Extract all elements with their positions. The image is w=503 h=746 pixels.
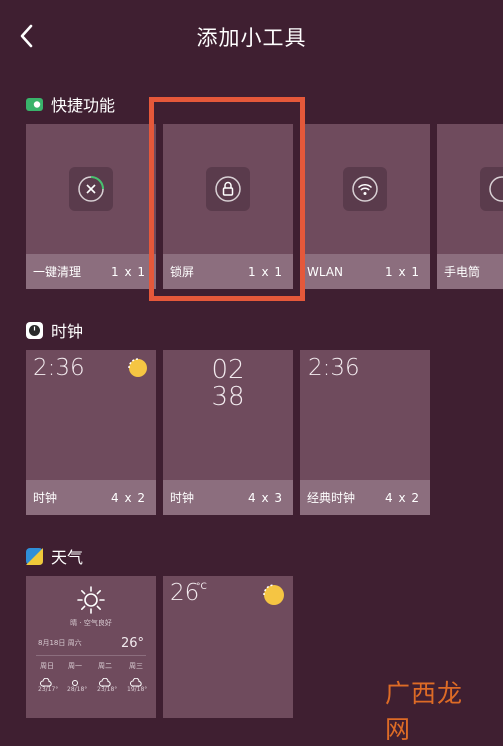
widget-label: 时钟 — [170, 491, 195, 505]
divider — [36, 655, 146, 656]
top-bar: 添加小工具 — [0, 0, 503, 72]
widget-label: 一键清理 — [33, 265, 82, 279]
section-header-clock: 时钟 — [26, 317, 83, 343]
widget-size: 1 x 1 — [385, 264, 420, 279]
clean-icon — [69, 167, 113, 211]
forecast-day: 周日 — [40, 662, 54, 670]
forecast-day: 周二 — [98, 662, 112, 670]
weather-condition: 晴 · 空气良好 — [70, 619, 112, 627]
clock-icon — [26, 321, 43, 339]
card-footer: 时钟 4 x 3 — [163, 480, 293, 515]
section-title: 时钟 — [51, 322, 84, 341]
wifi-icon — [343, 167, 387, 211]
widget-label: WLAN — [307, 264, 344, 279]
widget-size: 4 x 3 — [248, 490, 283, 505]
section-title: 天气 — [51, 548, 84, 567]
watermark-logo: 广西龙网 — [379, 674, 479, 744]
flashlight-icon — [480, 167, 503, 211]
widget-card-clock-4x3[interactable]: 02 38 时钟 4 x 3 — [163, 350, 293, 515]
section-title: 快捷功能 — [51, 96, 116, 115]
widget-size: 1 x 1 — [111, 264, 146, 279]
sun-icon — [126, 356, 150, 384]
clock-time: 2:36 — [308, 355, 360, 381]
watermark-text: 广西龙网 — [385, 679, 464, 744]
card-footer: 一键清理 1 x 1 — [26, 254, 156, 289]
card-footer: WLAN 1 x 1 — [300, 254, 430, 289]
sun-icon — [261, 582, 287, 612]
forecast-range: 19/18° — [127, 686, 148, 693]
widget-card-clock-4x2[interactable]: 2:36 时钟 4 x 2 — [26, 350, 156, 515]
widget-card-flashlight[interactable]: 手电筒 — [437, 124, 503, 289]
section-header-shortcuts: 快捷功能 — [26, 91, 115, 117]
widget-size: 4 x 2 — [111, 490, 146, 505]
widget-card-classic-clock[interactable]: 2:36 经典时钟 4 x 2 — [300, 350, 430, 515]
widget-label: 时钟 — [33, 491, 58, 505]
weather-date: 8月18日 周六 — [38, 639, 82, 647]
toggle-icon — [26, 96, 43, 113]
widget-card-weather-simple[interactable]: 26 °C — [163, 576, 293, 718]
clock-time: 2:36 — [33, 355, 85, 381]
weather-icon — [26, 547, 43, 565]
forecast-day: 周一 — [68, 662, 82, 670]
page-title: 添加小工具 — [196, 26, 307, 50]
forecast-range: 23/18° — [97, 686, 118, 693]
widget-card-clean[interactable]: 一键清理 1 x 1 — [26, 124, 156, 289]
card-footer: 手电筒 — [437, 254, 503, 289]
clock-minute: 38 — [211, 382, 245, 412]
section-header-weather: 天气 — [26, 543, 83, 569]
forecast-day: 周三 — [129, 662, 143, 670]
weather-temp: 26° — [120, 636, 144, 651]
widget-card-weather-detail[interactable]: 晴 · 空气良好 8月18日 周六 26° 周日 周一 周二 周三 23/17°… — [26, 576, 156, 718]
widget-label: 手电筒 — [444, 265, 481, 279]
widget-size: 4 x 2 — [385, 490, 420, 505]
card-footer: 时钟 4 x 2 — [26, 480, 156, 515]
forecast-range: 28/18° — [67, 686, 88, 693]
highlight-box — [149, 97, 305, 301]
card-footer: 经典时钟 4 x 2 — [300, 480, 430, 515]
widget-card-wlan[interactable]: WLAN 1 x 1 — [300, 124, 430, 289]
clock-hour: 02 — [211, 355, 245, 385]
weather-temp-unit: °C — [196, 582, 207, 592]
forecast-range: 23/17° — [38, 686, 59, 693]
sun-outline-icon — [76, 585, 106, 619]
widget-label: 经典时钟 — [307, 491, 356, 505]
weather-temp-value: 26 — [170, 580, 200, 606]
